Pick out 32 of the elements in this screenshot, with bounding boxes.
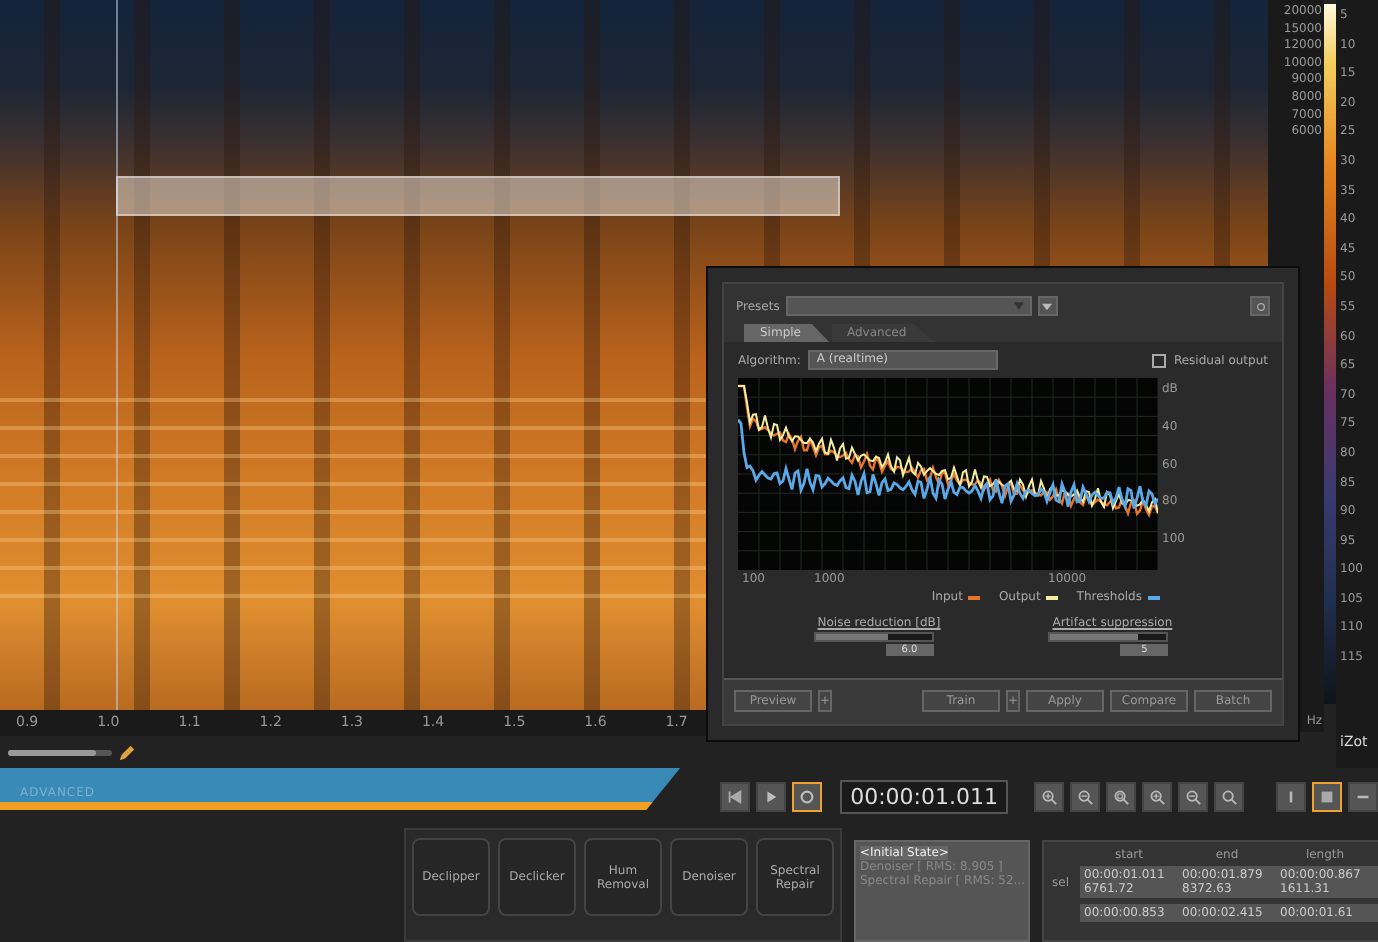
caret-icon <box>1042 301 1053 311</box>
transport-button[interactable] <box>756 782 787 812</box>
zoom-in-icon <box>1040 788 1058 806</box>
view-button[interactable] <box>1276 782 1306 812</box>
slider-track[interactable] <box>813 632 934 642</box>
zoom-button[interactable] <box>1106 782 1136 812</box>
zoom-button[interactable] <box>1178 782 1208 812</box>
pencil-icon[interactable] <box>118 743 136 761</box>
zoom-out-icon <box>1184 788 1202 806</box>
zoom-button[interactable] <box>1214 782 1244 812</box>
zoom-slider[interactable] <box>8 749 112 755</box>
time-display: 00:00:01.011 <box>840 780 1008 814</box>
square-icon <box>1318 788 1336 806</box>
zoom-button[interactable] <box>1070 782 1100 812</box>
transport-button[interactable] <box>792 782 823 812</box>
skip-start-icon <box>726 788 745 806</box>
loop-icon <box>798 788 817 806</box>
caret-icon <box>1013 302 1024 310</box>
view-button[interactable] <box>1348 782 1378 812</box>
zoom-button[interactable] <box>1034 782 1064 812</box>
view-button[interactable] <box>1312 782 1342 812</box>
zoom-button[interactable] <box>1142 782 1172 812</box>
magnifier-icon <box>1112 788 1130 806</box>
slider-track[interactable] <box>1048 632 1169 642</box>
residual-checkbox[interactable] <box>1151 353 1166 367</box>
transport-button[interactable] <box>720 782 751 812</box>
magnifier-icon <box>1220 788 1238 806</box>
zoom-out-icon <box>1076 788 1094 806</box>
zoom-in-icon <box>1148 788 1166 806</box>
play-icon <box>762 788 781 806</box>
help-button[interactable] <box>1250 296 1270 316</box>
presets-add-button[interactable] <box>1037 296 1058 316</box>
